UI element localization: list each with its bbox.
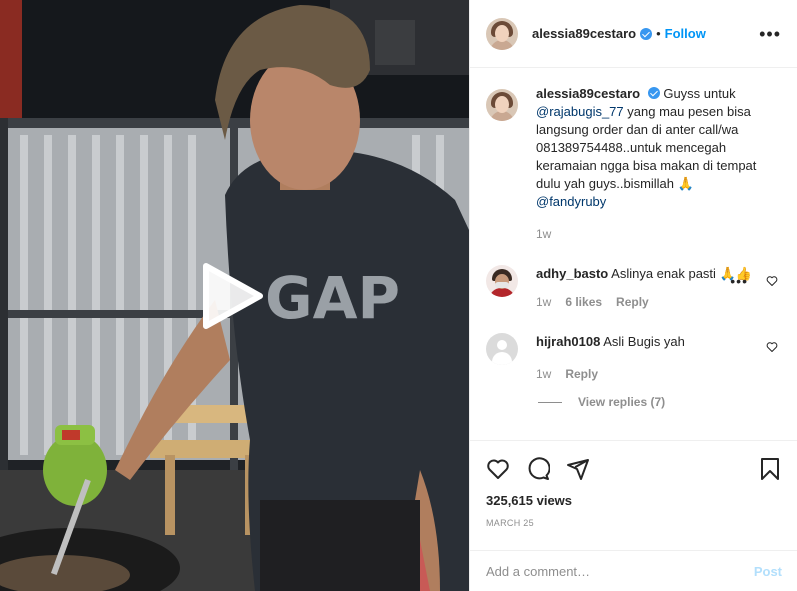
view-replies-button[interactable]: View replies (7) [538,395,782,409]
play-icon[interactable] [200,262,264,330]
commenter-avatar-default[interactable] [486,333,518,365]
heart-icon[interactable] [486,457,510,481]
post-actions: 325,615 views MARCH 25 [470,440,797,528]
comment-item: hijrah0108 Asli Bugis yah 1w Reply [486,333,782,383]
caption-mention-fandyruby[interactable]: @fandyruby [536,194,606,209]
view-replies-label: View replies (7) [578,395,666,409]
separator-dot: • [656,26,661,41]
caption-time[interactable]: 1w [536,225,551,243]
action-icons-row [486,457,782,481]
verified-badge-icon [647,87,660,99]
comment-text-block: hijrah0108 Asli Bugis yah 1w Reply [536,333,776,383]
comment-likes[interactable]: 6 likes [565,293,602,311]
comment-like-heart-icon[interactable] [766,341,778,353]
reply-button[interactable]: Reply [616,293,649,311]
comment-time[interactable]: 1w [536,365,551,383]
post-details-panel: alessia89cestaro • Follow ••• alessia89c… [469,0,797,591]
caption-author-avatar[interactable] [486,89,518,121]
comment-item: adhy_basto Aslinya enak pasti 🙏👍 1w 6 li… [486,265,782,311]
add-comment-bar: Post [470,550,797,591]
share-icon[interactable] [566,457,590,481]
svg-text:GAP: GAP [265,264,400,332]
caption: alessia89cestaro Guyss untuk @rajabugis_… [486,85,782,243]
comment-options-icon[interactable]: ••• [730,273,748,289]
caption-mention-rajabugis[interactable]: @rajabugis_77 [536,104,624,119]
replies-divider-line [538,401,562,403]
reply-button[interactable]: Reply [565,365,598,383]
comment-text: Asli Bugis yah [603,334,685,349]
instagram-post-view: GAP alessia89cestaro • Follow ••• alessi… [0,0,797,591]
follow-button[interactable]: Follow [665,26,706,41]
commenter-avatar[interactable] [486,265,518,297]
caption-text-before: Guyss untuk [663,86,736,101]
post-header: alessia89cestaro • Follow ••• [470,0,797,68]
video-player[interactable]: GAP [0,0,469,591]
comment-username[interactable]: adhy_basto [536,266,608,281]
comment-like-heart-icon[interactable] [766,275,778,287]
author-avatar[interactable] [486,17,518,50]
comments-list[interactable]: alessia89cestaro Guyss untuk @rajabugis_… [470,69,797,439]
verified-badge-icon [640,27,653,40]
bookmark-icon[interactable] [758,457,782,481]
comment-time[interactable]: 1w [536,293,551,311]
comment-icon[interactable] [526,457,550,481]
post-date[interactable]: MARCH 25 [486,518,782,528]
author-username[interactable]: alessia89cestaro [532,26,636,41]
comment-input[interactable] [486,563,754,579]
caption-username[interactable]: alessia89cestaro [536,86,640,101]
view-count[interactable]: 325,615 views [486,493,782,508]
post-comment-button[interactable]: Post [754,564,782,579]
caption-text-block: alessia89cestaro Guyss untuk @rajabugis_… [536,85,776,243]
more-options-icon[interactable]: ••• [759,25,781,43]
comment-username[interactable]: hijrah0108 [536,334,600,349]
